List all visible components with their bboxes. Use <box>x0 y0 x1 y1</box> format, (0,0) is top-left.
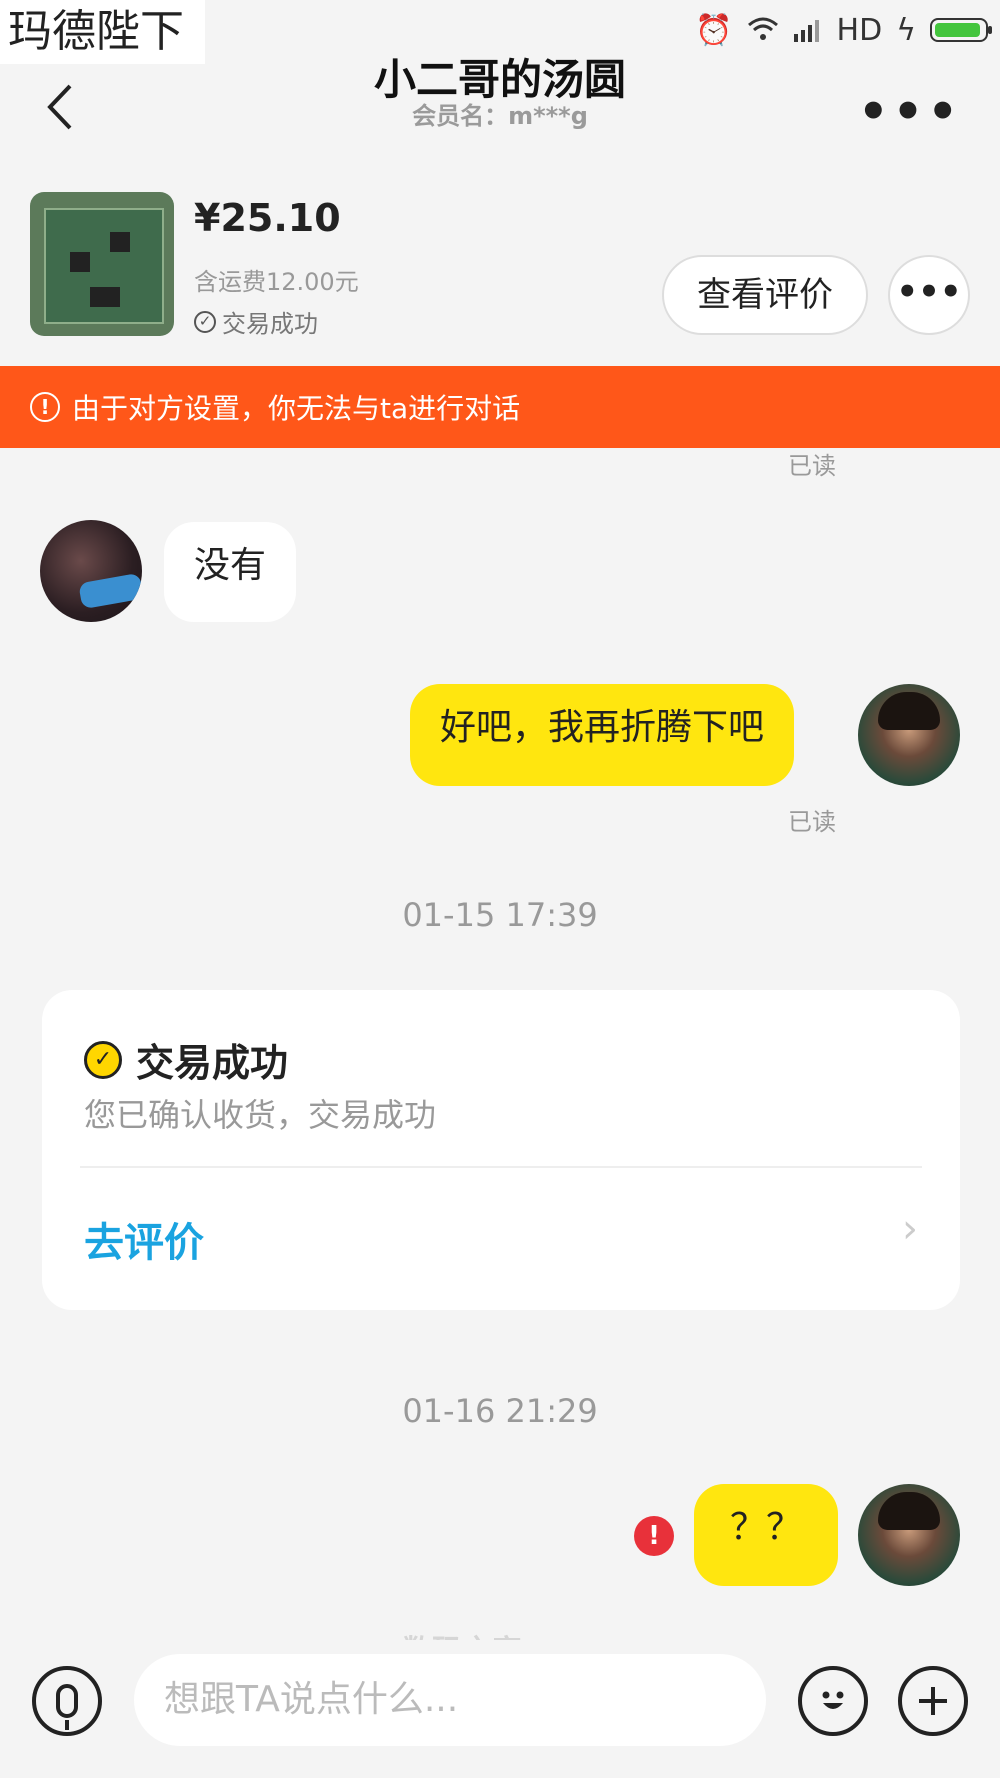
network-label: HD <box>836 12 883 48</box>
member-name: 会员名：m***g <box>412 102 588 130</box>
product-more-button[interactable]: ••• <box>888 255 970 335</box>
message-bubble-sent[interactable]: 好吧，我再折腾下吧 <box>410 684 795 786</box>
trade-status: ✓ 交易成功 <box>194 304 318 339</box>
divider <box>80 1166 922 1168</box>
my-avatar[interactable] <box>858 1484 960 1586</box>
message-bubble-received[interactable]: 没有 <box>164 522 297 622</box>
alert-circle-icon: ! <box>30 392 60 422</box>
my-avatar[interactable] <box>858 684 960 786</box>
trade-status-label: 交易成功 <box>222 310 318 338</box>
read-receipt: 已读 <box>788 452 836 480</box>
plus-icon <box>919 1687 947 1715</box>
add-button[interactable] <box>898 1666 968 1736</box>
block-warning-bar: ! 由于对方设置，你无法与ta进行对话 <box>0 366 1000 448</box>
trade-success-card: ✓ 交易成功 您已确认收货，交易成功 去评价 › <box>42 990 960 1310</box>
message-input[interactable]: 想跟TA说点什么... <box>134 1654 766 1746</box>
charging-icon: ϟ <box>896 12 916 48</box>
more-options-button[interactable]: ••• <box>858 84 962 140</box>
voice-button[interactable] <box>32 1666 102 1736</box>
card-title: 交易成功 <box>136 1041 289 1085</box>
contact-avatar[interactable] <box>40 520 142 622</box>
message-bubble-sent[interactable]: ？？ <box>694 1484 838 1586</box>
check-circle-icon: ✓ <box>194 310 216 333</box>
warning-text: 由于对方设置，你无法与ta进行对话 <box>72 392 521 425</box>
signal-icon <box>793 20 819 42</box>
product-thumbnail[interactable] <box>30 192 174 336</box>
chevron-right-icon[interactable]: › <box>902 1206 918 1252</box>
view-review-button[interactable]: 查看评价 <box>662 255 868 335</box>
send-failed-icon[interactable]: ! <box>634 1516 674 1556</box>
product-price: ¥25.10 <box>194 196 341 240</box>
battery-icon <box>930 18 992 42</box>
shipping-info: 含运费12.00元 <box>194 268 359 296</box>
smile-icon <box>822 1691 844 1709</box>
card-description: 您已确认收货，交易成功 <box>84 1096 437 1134</box>
card-title-row: ✓ 交易成功 <box>84 1032 288 1087</box>
read-receipt: 已读 <box>788 808 836 836</box>
go-review-link[interactable]: 去评价 <box>84 1210 204 1268</box>
microphone-icon <box>56 1684 78 1730</box>
emoji-button[interactable] <box>798 1666 868 1736</box>
timestamp: 01-15 17:39 <box>402 896 598 934</box>
input-bar: 想跟TA说点什么... <box>0 1640 1000 1778</box>
wifi-icon <box>747 17 778 40</box>
alarm-icon: ⏰ <box>695 12 733 48</box>
check-circle-icon: ✓ <box>84 1040 122 1079</box>
timestamp: 01-16 21:29 <box>402 1392 598 1430</box>
